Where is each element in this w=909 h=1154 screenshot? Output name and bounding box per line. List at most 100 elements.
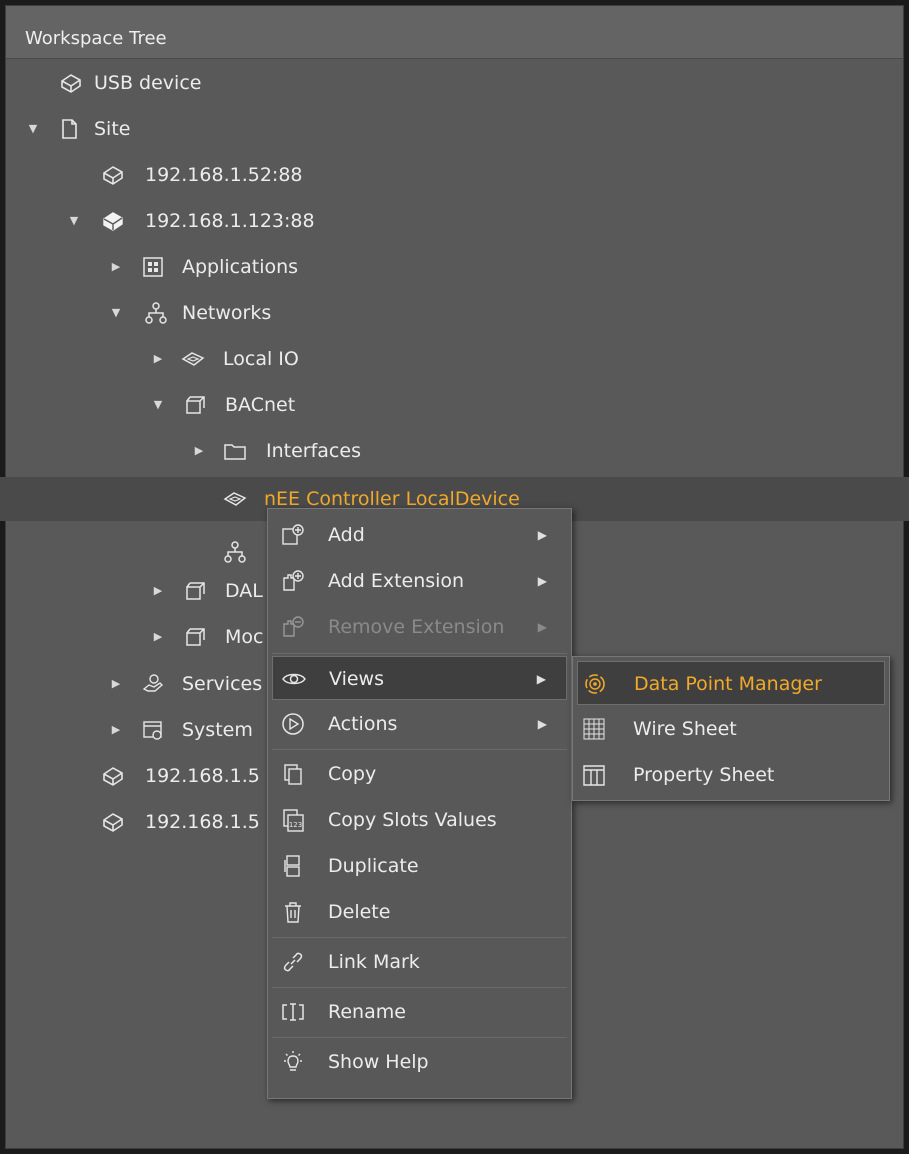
- submenu-item-data-point-manager[interactable]: Data Point Manager: [577, 661, 885, 705]
- submenu-item-property-sheet[interactable]: Property Sheet: [577, 753, 885, 797]
- collapsed-arrow-icon[interactable]: ▶: [110, 724, 122, 736]
- tree-item-device-52[interactable]: 192.168.1.52:88: [0, 153, 909, 197]
- property-sheet-icon: [581, 762, 607, 788]
- device-icon: [100, 162, 126, 188]
- menu-item-label: Add: [328, 524, 365, 546]
- collapsed-arrow-icon[interactable]: ▶: [110, 261, 122, 273]
- menu-separator: [272, 653, 567, 654]
- svg-text:123: 123: [289, 821, 302, 829]
- tree-item-site[interactable]: ▼ Site: [0, 107, 909, 151]
- context-menu: Add ▶ Add Extension ▶ Remove Extension ▶…: [267, 508, 572, 1099]
- lightbulb-icon: [280, 1049, 306, 1075]
- tree-item-label: 192.168.1.123:88: [145, 210, 315, 232]
- bacnet-icon: [182, 392, 208, 418]
- expanded-arrow-icon[interactable]: ▼: [68, 215, 80, 227]
- trash-icon: [280, 899, 306, 925]
- menu-item-label: Data Point Manager: [634, 673, 822, 695]
- expanded-arrow-icon[interactable]: ▼: [27, 123, 39, 135]
- menu-item-add-extension[interactable]: Add Extension ▶: [272, 559, 567, 603]
- menu-item-copy[interactable]: Copy: [272, 752, 567, 796]
- device-icon: [58, 70, 84, 96]
- submenu-item-wire-sheet[interactable]: Wire Sheet: [577, 707, 885, 751]
- tree-item-interfaces[interactable]: ▶ Interfaces: [0, 429, 909, 473]
- menu-item-link-mark[interactable]: Link Mark: [272, 940, 567, 984]
- tree-item-label: nEE Controller LocalDevice: [264, 488, 520, 510]
- menu-item-label: Delete: [328, 901, 391, 923]
- tree-item-label: 192.168.1.52:88: [145, 164, 303, 186]
- tree-item-local-io[interactable]: ▶ Local IO: [0, 337, 909, 381]
- duplicate-icon: [280, 853, 306, 879]
- menu-item-label: Link Mark: [328, 951, 420, 973]
- tree-item-label: Networks: [182, 302, 272, 324]
- copy-icon: [280, 761, 306, 787]
- tree-item-label: 192.168.1.5: [145, 811, 260, 833]
- collapsed-arrow-icon[interactable]: ▶: [152, 353, 164, 365]
- menu-item-label: Copy: [328, 763, 377, 785]
- device-icon: [100, 763, 126, 789]
- device-icon: [100, 809, 126, 835]
- menu-item-label: Actions: [328, 713, 398, 735]
- menu-item-delete[interactable]: Delete: [272, 890, 567, 934]
- menu-separator: [272, 749, 567, 750]
- data-point-manager-icon: [582, 671, 608, 697]
- menu-item-actions[interactable]: Actions ▶: [272, 702, 567, 746]
- menu-item-add[interactable]: Add ▶: [272, 513, 567, 557]
- submenu-arrow-icon: ▶: [537, 620, 547, 634]
- menu-item-label: Show Help: [328, 1051, 429, 1073]
- collapsed-arrow-icon[interactable]: ▶: [193, 445, 205, 457]
- system-icon: [140, 717, 166, 743]
- device-connected-icon: [100, 208, 126, 234]
- menu-item-duplicate[interactable]: Duplicate: [272, 844, 567, 888]
- submenu-arrow-icon: ▶: [536, 672, 546, 686]
- tree-item-label: Local IO: [223, 348, 299, 370]
- link-icon: [280, 949, 306, 975]
- collapsed-arrow-icon[interactable]: ▶: [152, 585, 164, 597]
- menu-item-copy-slots-values[interactable]: 123 Copy Slots Values: [272, 798, 567, 842]
- tree-item-label: Interfaces: [266, 440, 361, 462]
- remove-extension-icon: [280, 614, 306, 640]
- menu-item-rename[interactable]: Rename: [272, 990, 567, 1034]
- tree-item-usb-device[interactable]: USB device: [0, 61, 909, 105]
- menu-separator: [272, 1037, 567, 1038]
- tree-item-label: USB device: [94, 72, 202, 94]
- panel-header: Workspace Tree: [6, 6, 903, 59]
- menu-item-show-help[interactable]: Show Help: [272, 1040, 567, 1084]
- tree-item-label: 192.168.1.5: [145, 765, 260, 787]
- menu-item-remove-extension: Remove Extension ▶: [272, 605, 567, 649]
- copy-values-icon: 123: [280, 807, 306, 833]
- tree-item-networks[interactable]: ▼ Networks: [0, 291, 909, 335]
- network-icon: [143, 300, 169, 326]
- menu-item-views[interactable]: Views ▶: [272, 656, 567, 700]
- tree-item-label: Site: [94, 118, 131, 140]
- collapsed-arrow-icon[interactable]: ▶: [110, 678, 122, 690]
- expanded-arrow-icon[interactable]: ▼: [152, 399, 164, 411]
- play-icon: [280, 711, 306, 737]
- tree-item-label: Services: [182, 673, 263, 695]
- tree-item-label: Applications: [182, 256, 299, 278]
- tree-item-label: System: [182, 719, 253, 741]
- applications-icon: [140, 254, 166, 280]
- services-icon: [140, 671, 166, 697]
- local-device-icon: [222, 486, 248, 512]
- rename-icon: [280, 999, 306, 1025]
- menu-item-label: Views: [329, 668, 384, 690]
- network-device-icon: [182, 578, 208, 604]
- add-extension-icon: [280, 568, 306, 594]
- menu-item-label: Remove Extension: [328, 616, 505, 638]
- menu-separator: [272, 987, 567, 988]
- tree-item-device-123[interactable]: ▼ 192.168.1.123:88: [0, 199, 909, 243]
- submenu-arrow-icon: ▶: [537, 717, 547, 731]
- tree-item-applications[interactable]: ▶ Applications: [0, 245, 909, 289]
- submenu-arrow-icon: ▶: [537, 528, 547, 542]
- document-icon: [56, 116, 82, 142]
- local-io-icon: [180, 346, 206, 372]
- wire-sheet-icon: [581, 716, 607, 742]
- expanded-arrow-icon[interactable]: ▼: [110, 307, 122, 319]
- menu-item-label: Copy Slots Values: [328, 809, 497, 831]
- eye-icon: [281, 666, 307, 692]
- tree-item-label: BACnet: [225, 394, 296, 416]
- tree-item-bacnet[interactable]: ▼ BACnet: [0, 383, 909, 427]
- menu-separator: [272, 937, 567, 938]
- collapsed-arrow-icon[interactable]: ▶: [152, 631, 164, 643]
- folder-icon: [222, 438, 248, 464]
